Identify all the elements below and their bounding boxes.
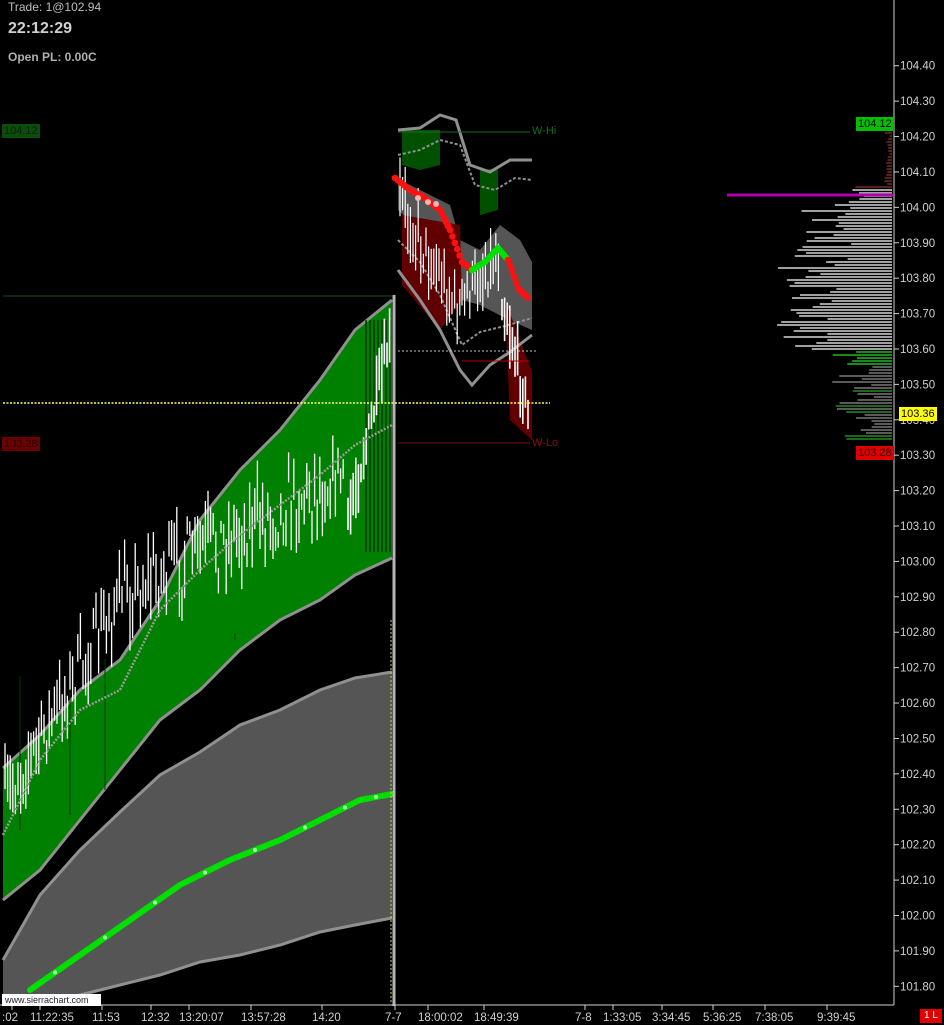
trail-highlight xyxy=(425,199,431,205)
price-tick-label: 103.30 xyxy=(900,450,935,462)
price-tick-label: 104.20 xyxy=(900,132,935,144)
trend-dot xyxy=(103,935,107,940)
clock-display: 22:12:29 xyxy=(8,20,73,37)
trail-dot xyxy=(456,252,463,259)
time-tick-label: 11:53 xyxy=(92,1012,120,1024)
weekly-high-label: W-Hi xyxy=(532,125,557,137)
price-tick-label: 102.60 xyxy=(900,698,935,710)
time-axis[interactable]: :02 11:22:35 11:53 12:32 13:20:07 13:57:28 14:… xyxy=(2,1005,855,1024)
price-tick-label: 102.00 xyxy=(900,910,935,922)
trail-highlight xyxy=(415,195,421,201)
time-tick-label: 11:22:35 xyxy=(30,1012,74,1024)
price-tick-label: 102.90 xyxy=(900,592,935,604)
weekly-low-label: W-Lo xyxy=(532,437,559,449)
trend-dot xyxy=(53,970,57,975)
price-tick-label: 102.40 xyxy=(900,769,935,781)
trail-dot xyxy=(453,245,461,253)
sierrachart-watermark[interactable]: www.sierrachart.com xyxy=(2,994,101,1006)
envelope-bands xyxy=(1,113,533,1006)
evening-green-block xyxy=(402,130,440,170)
price-tick-label: 102.50 xyxy=(900,733,935,745)
trail-dot xyxy=(506,262,514,269)
time-tick-label: 9:39:45 xyxy=(817,1012,855,1024)
price-tick-label: 103.80 xyxy=(900,273,935,285)
price-tick-label: 104.10 xyxy=(900,167,935,179)
price-tick-label: 104.00 xyxy=(900,202,935,214)
volume-profile xyxy=(727,129,893,440)
price-tick-label: 101.80 xyxy=(900,981,935,993)
time-tick-label: 7:38:05 xyxy=(755,1012,793,1024)
time-tick-label: 12:32 xyxy=(141,1012,170,1024)
trail-dot xyxy=(449,233,456,240)
price-tick-label: 102.70 xyxy=(900,663,935,675)
price-tick-label: 101.90 xyxy=(900,946,935,958)
scale-high-tag: 104.12 xyxy=(856,117,894,131)
time-tick-label: 1:33:05 xyxy=(603,1012,641,1024)
trend-dot xyxy=(303,825,307,830)
price-tick-label: 103.20 xyxy=(900,486,935,498)
price-tick-label: 103.00 xyxy=(900,556,935,568)
price-chart[interactable]: 104.40 104.30 104.20 104.10 104.00 103.90 103.… xyxy=(0,0,944,1025)
trend-dot xyxy=(203,870,207,875)
time-tick-label: 13:20:07 xyxy=(179,1012,224,1024)
time-tick-label: 7-8 xyxy=(575,1012,592,1024)
trail-dot xyxy=(451,239,459,247)
scale-low-tag: 103.28 xyxy=(856,446,894,460)
price-tick-label: 104.40 xyxy=(900,61,935,73)
trail-dot xyxy=(446,226,454,234)
trail-dot xyxy=(524,294,531,301)
time-tick-label: :02 xyxy=(2,1012,18,1024)
trend-dot xyxy=(253,848,257,852)
price-tick-label: 103.70 xyxy=(900,309,935,321)
time-tick-label: 14:20 xyxy=(312,1012,341,1024)
time-tick-label: 7-7 xyxy=(385,1012,402,1024)
trend-dot xyxy=(374,795,378,799)
status-badge: 1 L xyxy=(920,1009,942,1023)
trail-dot xyxy=(512,279,520,286)
price-tick-label: 102.30 xyxy=(900,804,935,816)
trail-dot xyxy=(508,267,516,275)
prev-high-tag: 104.12 xyxy=(2,124,40,138)
time-tick-label: 13:57:28 xyxy=(241,1012,286,1024)
trail-dot xyxy=(510,273,518,281)
time-tick-label: 18:49:39 xyxy=(474,1012,519,1024)
trend-dot xyxy=(343,805,347,810)
price-tick-label: 102.20 xyxy=(900,840,935,852)
price-tick-label: 103.10 xyxy=(900,521,935,533)
price-tick-label: 104.30 xyxy=(900,96,935,108)
price-tick-label: 103.90 xyxy=(900,238,935,250)
trail-highlight xyxy=(433,201,439,207)
price-tick-label: 103.60 xyxy=(900,344,935,356)
price-tick-label: 102.10 xyxy=(900,875,935,887)
trend-dot xyxy=(153,900,157,905)
last-price-tag: 103.36 xyxy=(899,407,937,421)
open-pl-display: Open PL: 0.00C xyxy=(8,50,97,64)
trade-info: Trade: 1@102.94 xyxy=(8,0,102,14)
time-tick-label: 5:36:25 xyxy=(703,1012,741,1024)
evening-green-block xyxy=(480,168,498,215)
price-tick-label: 103.50 xyxy=(900,379,935,391)
time-tick-label: 18:00:02 xyxy=(418,1012,463,1024)
trail-dot xyxy=(504,256,512,264)
time-tick-label: 3:34:45 xyxy=(652,1012,690,1024)
price-tick-label: 102.80 xyxy=(900,627,935,639)
prev-low-tag: 103.28 xyxy=(2,437,40,451)
